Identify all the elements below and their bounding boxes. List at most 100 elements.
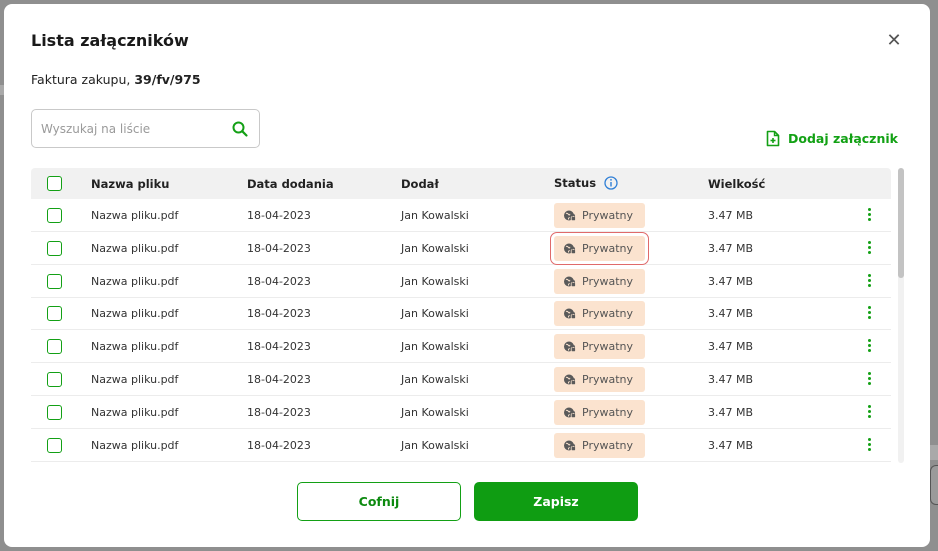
save-button[interactable]: Zapisz <box>474 482 638 521</box>
file-name[interactable]: Nazwa pliku.pdf <box>91 439 178 452</box>
column-header-status[interactable]: Status <box>554 176 618 190</box>
globe-lock-icon <box>564 440 576 451</box>
file-name[interactable]: Nazwa pliku.pdf <box>91 340 178 353</box>
row-checkbox[interactable] <box>47 306 62 322</box>
row-checkbox[interactable] <box>47 208 62 223</box>
column-header-date[interactable]: Data dodania <box>247 177 334 191</box>
row-checkbox[interactable] <box>47 437 62 453</box>
status-badge[interactable]: Prywatny <box>554 367 645 392</box>
status-badge[interactable]: Prywatny <box>554 399 645 425</box>
table-row: Nazwa pliku.pdf 18-04-2023 Jan Kowalski … <box>31 297 891 331</box>
more-options-icon[interactable] <box>866 372 872 387</box>
table-row: Nazwa pliku.pdf 18-04-2023 Jan Kowalski … <box>31 429 891 462</box>
column-header-size[interactable]: Wielkość <box>708 177 765 191</box>
added-by: Jan Kowalski <box>401 340 469 354</box>
add-attachment-label: Dodaj załącznik <box>788 130 898 146</box>
invoice-number: 39/fv/975 <box>134 72 201 87</box>
table-row: Nazwa pliku.pdf 18-04-2023 Jan Kowalski … <box>31 265 891 298</box>
status-label: Prywatny <box>582 340 634 354</box>
date-added: 18-04-2023 <box>247 405 311 419</box>
table-row: Nazwa pliku.pdf 18-04-2023 Jan Kowalski … <box>31 363 891 396</box>
row-checkbox[interactable] <box>47 240 62 256</box>
file-size: 3.47 MB <box>708 274 754 288</box>
globe-lock-icon <box>564 374 576 385</box>
added-by: Jan Kowalski <box>401 307 469 321</box>
status-badge[interactable]: Prywatny <box>554 432 645 458</box>
status-label: Prywatny <box>582 209 634 222</box>
file-name[interactable]: Nazwa pliku.pdf <box>91 242 178 255</box>
status-badge[interactable]: Prywatny <box>550 231 649 265</box>
column-header-added-by[interactable]: Dodał <box>401 177 439 191</box>
status-badge[interactable]: Prywatny <box>554 334 645 360</box>
status-badge[interactable]: Prywatny <box>554 203 645 228</box>
added-by: Jan Kowalski <box>401 405 469 419</box>
file-plus-icon <box>766 130 780 146</box>
globe-lock-icon <box>564 407 576 418</box>
more-options-icon[interactable] <box>866 404 872 420</box>
file-name[interactable]: Nazwa pliku.pdf <box>91 209 178 222</box>
more-options-icon[interactable] <box>866 339 872 354</box>
table-scrollbar[interactable] <box>898 168 904 463</box>
modal-title: Lista załączników <box>31 31 189 50</box>
close-icon[interactable]: ✕ <box>884 31 904 51</box>
more-options-icon[interactable] <box>866 273 872 289</box>
search-box[interactable] <box>31 109 260 148</box>
globe-lock-icon <box>564 341 576 353</box>
row-checkbox[interactable] <box>47 372 62 387</box>
date-added: 18-04-2023 <box>247 274 311 288</box>
status-label: Prywatny <box>582 405 634 419</box>
file-size: 3.47 MB <box>708 405 754 419</box>
file-size: 3.47 MB <box>708 340 754 354</box>
file-size: 3.47 MB <box>708 241 754 255</box>
added-by: Jan Kowalski <box>401 274 469 288</box>
info-icon[interactable] <box>604 176 618 190</box>
scrollbar-thumb[interactable] <box>898 168 904 278</box>
globe-lock-icon <box>564 276 576 287</box>
globe-lock-icon <box>564 308 576 320</box>
search-input[interactable] <box>41 120 221 138</box>
date-added: 18-04-2023 <box>247 340 311 354</box>
added-by: Jan Kowalski <box>401 438 469 452</box>
file-name[interactable]: Nazwa pliku.pdf <box>91 373 178 386</box>
file-size: 3.47 MB <box>708 438 754 452</box>
file-size: 3.47 MB <box>708 307 754 321</box>
more-options-icon[interactable] <box>866 437 872 453</box>
more-options-icon[interactable] <box>866 208 872 223</box>
invoice-subtitle: Faktura zakupu, 39/fv/975 <box>31 72 201 87</box>
back-button[interactable]: Cofnij <box>297 482 461 521</box>
table-header: Nazwa pliku Data dodania Dodał Status Wi… <box>31 168 891 199</box>
table-row: Nazwa pliku.pdf 18-04-2023 Jan Kowalski … <box>31 199 891 232</box>
status-label: Prywatny <box>582 373 634 386</box>
date-added: 18-04-2023 <box>247 307 311 321</box>
status-label: Prywatny <box>582 241 634 255</box>
table-row: Nazwa pliku.pdf 18-04-2023 Jan Kowalski … <box>31 231 891 265</box>
status-label: Prywatny <box>582 307 634 321</box>
globe-lock-icon <box>564 243 576 254</box>
file-name[interactable]: Nazwa pliku.pdf <box>91 307 178 320</box>
date-added: 18-04-2023 <box>247 209 311 222</box>
more-options-icon[interactable] <box>866 240 872 256</box>
more-options-icon[interactable] <box>866 306 872 321</box>
status-badge[interactable]: Prywatny <box>554 268 645 294</box>
file-name[interactable]: Nazwa pliku.pdf <box>91 275 178 288</box>
status-badge[interactable]: Prywatny <box>554 301 645 327</box>
globe-lock-icon <box>564 210 576 221</box>
file-name[interactable]: Nazwa pliku.pdf <box>91 406 178 419</box>
date-added: 18-04-2023 <box>247 241 311 255</box>
file-size: 3.47 MB <box>708 373 754 386</box>
attachments-table: Nazwa pliku Data dodania Dodał Status Wi… <box>31 168 891 463</box>
added-by: Jan Kowalski <box>401 373 469 386</box>
row-checkbox[interactable] <box>47 339 62 355</box>
backdrop-strip-bottom <box>930 445 938 460</box>
row-checkbox[interactable] <box>47 273 62 289</box>
select-all-checkbox[interactable] <box>47 176 62 191</box>
attachments-modal: Lista załączników ✕ Faktura zakupu, 39/f… <box>4 4 930 547</box>
backdrop-button-edge <box>930 465 938 505</box>
row-checkbox[interactable] <box>47 404 62 420</box>
status-label: Prywatny <box>582 274 634 288</box>
status-label: Prywatny <box>582 438 634 452</box>
column-header-name[interactable]: Nazwa pliku <box>91 177 169 191</box>
add-attachment-button[interactable]: Dodaj załącznik <box>766 128 898 148</box>
table-row: Nazwa pliku.pdf 18-04-2023 Jan Kowalski … <box>31 396 891 429</box>
search-icon[interactable] <box>231 120 249 138</box>
